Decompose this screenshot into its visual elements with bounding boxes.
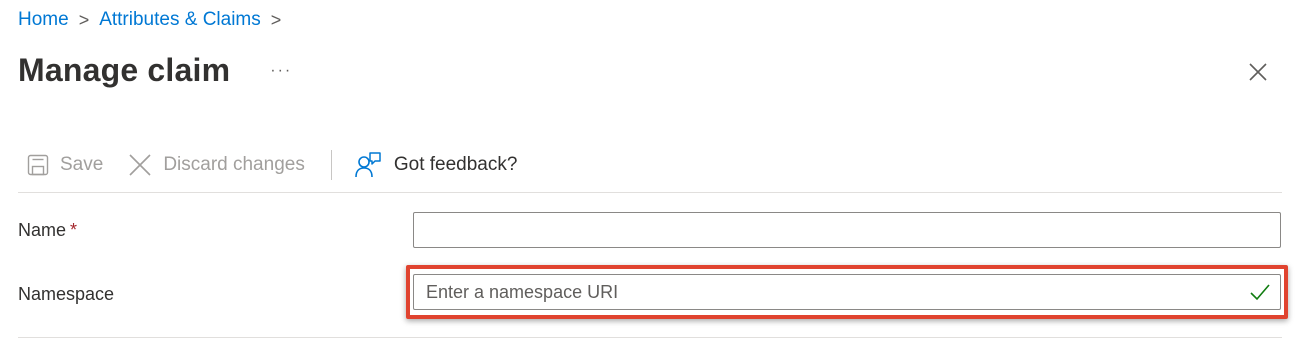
page-title: Manage claim xyxy=(18,52,231,88)
name-label: Name * xyxy=(18,220,77,241)
name-label-text: Name xyxy=(18,220,67,240)
close-icon xyxy=(129,154,151,176)
discard-changes-button[interactable]: Discard changes xyxy=(127,152,305,178)
breadcrumb-attributes-claims[interactable]: Attributes & Claims xyxy=(99,9,261,31)
breadcrumb-separator: > xyxy=(78,9,90,30)
command-bar: Save Discard changes Got feedback? xyxy=(26,146,517,184)
breadcrumb-separator: > xyxy=(270,9,282,30)
toolbar-divider xyxy=(330,150,332,180)
feedback-icon xyxy=(355,152,381,178)
divider xyxy=(18,192,1282,193)
required-marker: * xyxy=(70,220,78,240)
name-input[interactable] xyxy=(413,212,1281,248)
discard-changes-label: Discard changes xyxy=(163,154,305,175)
feedback-label: Got feedback? xyxy=(393,154,518,175)
more-options-button[interactable]: ··· xyxy=(270,62,292,80)
close-button[interactable] xyxy=(1246,60,1270,84)
feedback-button[interactable]: Got feedback? xyxy=(354,151,518,179)
checkmark-icon xyxy=(1250,284,1270,301)
breadcrumb: Home > Attributes & Claims > xyxy=(18,9,291,31)
save-button[interactable]: Save xyxy=(26,153,103,177)
namespace-label: Namespace xyxy=(18,284,115,304)
page-header: Manage claim ··· xyxy=(18,52,292,89)
close-icon xyxy=(1249,63,1267,81)
save-label: Save xyxy=(60,154,104,175)
divider xyxy=(18,337,1282,338)
highlight-annotation xyxy=(406,265,1288,319)
breadcrumb-home[interactable]: Home xyxy=(18,9,69,31)
save-icon xyxy=(27,154,49,176)
